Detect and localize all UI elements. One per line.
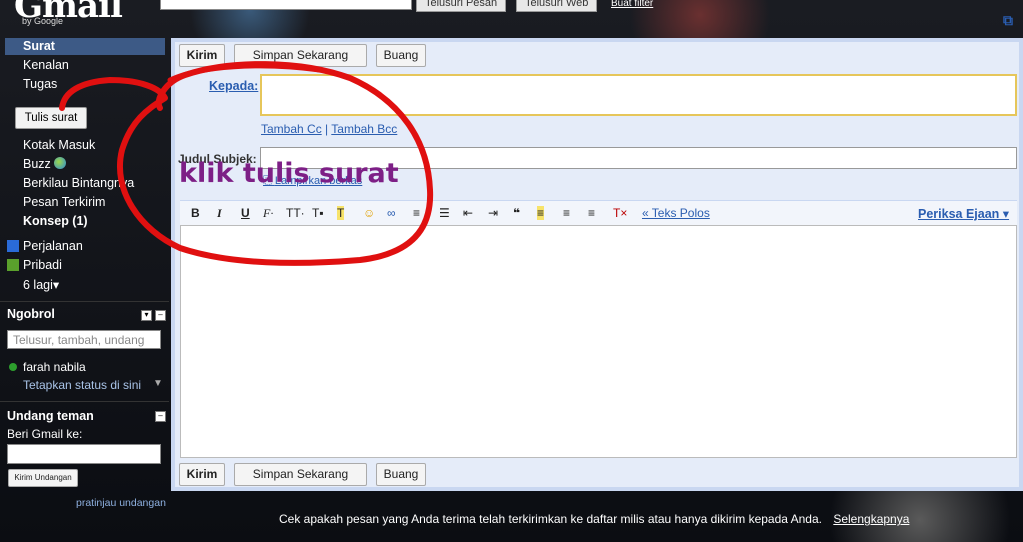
annotation-caption: klik tulis surat (179, 158, 399, 189)
chat-user-name[interactable]: farah nabila (23, 360, 86, 374)
nav-item-contacts[interactable]: Kenalan (23, 58, 69, 72)
italic-icon[interactable]: I (217, 206, 222, 221)
compose-button[interactable]: Tulis surat (15, 107, 87, 129)
emoticon-icon[interactable]: ☺ (363, 206, 375, 220)
add-cc-link[interactable]: Tambah Cc (261, 122, 322, 136)
cc-bcc-links: Tambah Cc | Tambah Bcc (261, 122, 398, 136)
invite-title: Undang teman (7, 409, 94, 423)
add-bcc-link[interactable]: Tambah Bcc (331, 122, 397, 136)
buzz-icon (54, 157, 67, 169)
discard-button-top[interactable]: Buang (376, 44, 426, 67)
nav-item-mail[interactable]: Surat (23, 39, 55, 53)
gmail-logo[interactable]: Gmail by Google (14, 0, 123, 26)
label-color-swatch (7, 259, 19, 271)
send-button-top[interactable]: Kirim (179, 44, 225, 67)
plain-text-link[interactable]: « Teks Polos (642, 206, 710, 220)
search-input[interactable] (160, 0, 412, 10)
send-invite-button[interactable]: Kirim Undangan (8, 469, 78, 487)
send-button-label: Kirim (186, 48, 218, 62)
more-labels-link[interactable]: 6 lagi▾ (23, 277, 59, 292)
link-icon[interactable]: ∞ (387, 206, 396, 220)
chat-minimize-icon[interactable]: – (155, 310, 166, 321)
send-button-bottom[interactable]: Kirim (179, 463, 225, 486)
spellcheck-dropdown[interactable]: Periksa Ejaan ▾ (918, 206, 1009, 221)
to-label-link[interactable]: Kepada: (209, 79, 258, 93)
logo-subtext: by Google (22, 16, 64, 26)
save-now-button-bottom[interactable]: Simpan Sekarang (234, 463, 367, 486)
indent-icon[interactable]: ⇥ (488, 206, 498, 220)
create-filter-link[interactable]: Buat filter (611, 0, 653, 9)
nav-item-tasks[interactable]: Tugas (23, 77, 57, 91)
popout-icon[interactable]: ⧉ (1003, 12, 1013, 29)
discard-button-bottom[interactable]: Buang (376, 463, 426, 486)
align-right-icon[interactable]: ≡ (588, 206, 595, 220)
folder-starred[interactable]: Berkilau Bintangnya (23, 176, 134, 190)
search-web-button[interactable]: Telusuri Web (516, 0, 598, 12)
outdent-icon[interactable]: ⇤ (463, 206, 473, 220)
chat-title: Ngobrol (7, 307, 55, 321)
message-body-editor[interactable] (180, 225, 1017, 458)
numbered-list-icon[interactable]: ≡ (413, 206, 420, 220)
label-color-swatch (7, 240, 19, 252)
invite-minimize-icon[interactable]: – (155, 411, 166, 422)
section-divider (0, 401, 169, 402)
chat-search-input[interactable]: Telusur, tambah, undang (7, 330, 161, 349)
bulleted-list-icon[interactable]: ☰ (439, 206, 450, 220)
font-size-icon[interactable]: TT· (286, 206, 305, 220)
folder-buzz[interactable]: Buzz (23, 157, 67, 171)
to-input[interactable] (260, 74, 1017, 116)
underline-icon[interactable]: U (241, 206, 250, 220)
online-status-icon (9, 363, 17, 371)
section-divider (0, 301, 169, 302)
text-color-icon[interactable]: T▪ (312, 206, 324, 220)
formatting-toolbar: B I U F· TT· T▪ T ☺ ∞ ≡ ☰ ⇤ ⇥ ❝ ≡ ≡ ≡ T× (180, 200, 1017, 225)
footer-notice: Cek apakah pesan yang Anda terima telah … (279, 512, 909, 526)
folder-buzz-label: Buzz (23, 157, 51, 171)
align-left-icon[interactable]: ≡ (537, 206, 545, 220)
label-travel[interactable]: Perjalanan (23, 239, 83, 253)
folder-drafts[interactable]: Konsep (1) (23, 214, 88, 228)
label-personal[interactable]: Pribadi (23, 258, 62, 272)
save-now-button-top[interactable]: Simpan Sekarang (234, 44, 367, 67)
chevron-down-icon[interactable]: ▼ (153, 378, 163, 389)
preview-invite-link[interactable]: pratinjau undangan (76, 497, 166, 509)
remove-formatting-icon[interactable]: T× (613, 206, 627, 220)
font-icon[interactable]: F· (263, 206, 273, 221)
bold-icon[interactable]: B (191, 206, 200, 220)
search-mail-button[interactable]: Telusuri Pesan (416, 0, 507, 12)
footer-more-link[interactable]: Selengkapnya (833, 512, 909, 526)
folder-inbox[interactable]: Kotak Masuk (23, 138, 95, 152)
align-center-icon[interactable]: ≡ (563, 206, 570, 220)
invite-email-input[interactable] (7, 444, 161, 464)
quote-icon[interactable]: ❝ (513, 206, 520, 220)
invite-prompt: Beri Gmail ke: (7, 427, 83, 441)
highlight-icon[interactable]: T (337, 206, 345, 220)
footer-notice-text: Cek apakah pesan yang Anda terima telah … (279, 512, 822, 526)
set-status-dropdown[interactable]: Tetapkan status di sini (23, 378, 141, 392)
send-button-label: Kirim (186, 467, 218, 481)
chat-options-icon[interactable]: ▾ (141, 310, 152, 321)
folder-sent[interactable]: Pesan Terkirim (23, 195, 105, 209)
